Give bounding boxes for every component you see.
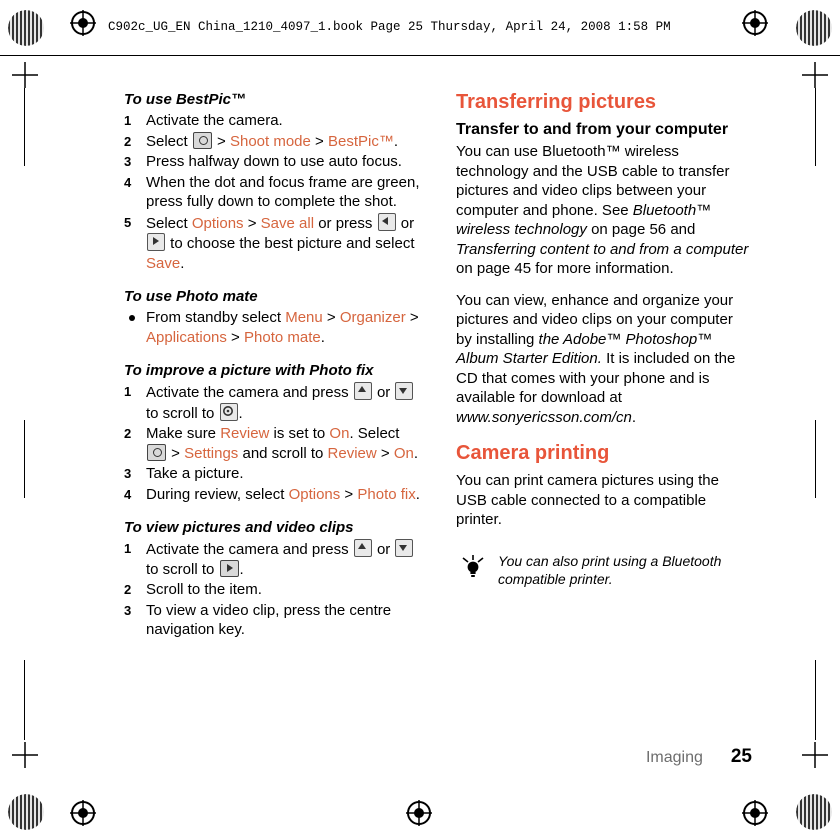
heading-view-pictures: To view pictures and video clips — [124, 519, 354, 536]
step-number: 4 — [124, 486, 132, 502]
step-item: 1 Activate the camera. — [124, 111, 424, 131]
step-text: To view a video clip, press the centre n… — [146, 601, 392, 639]
inline-menu-reference: Options — [191, 214, 244, 232]
inline-menu-reference: Applications — [146, 328, 227, 346]
subheading-transfer-to-from-computer: Transfer to and from your computer — [456, 121, 729, 138]
footer-page-number: 25 — [730, 746, 752, 767]
step-number: 4 — [124, 174, 132, 190]
section-title-transferring-pictures: Transferring pictures — [456, 91, 657, 113]
step-item: 4 During review, select Options > Photo f… — [124, 485, 424, 505]
list-item-text: From standby select Menu > Organizer > A… — [146, 309, 419, 346]
step-number: 2 — [124, 426, 132, 441]
step-text: Select > Shoot mode > BestPic™. — [146, 131, 398, 150]
nav-left-icon — [377, 212, 396, 231]
step-number: 3 — [124, 602, 132, 618]
nav-down-icon — [395, 382, 414, 400]
camera-icon — [147, 443, 166, 461]
step-text: Make sure Review is set to On. Select > … — [146, 425, 419, 462]
heading-photofix: To improve a picture with Photo fix — [124, 362, 374, 379]
step-number: 2 — [124, 582, 132, 597]
inline-menu-reference: Settings — [184, 444, 239, 462]
tip-box: You can also print using a Bluetooth com… — [456, 552, 752, 588]
step-text: When the dot and focus frame are green, … — [146, 173, 420, 211]
play-icon — [219, 559, 239, 577]
steps-bestpic: 1 Activate the camera. 2 Select > Shoot mod… — [124, 111, 424, 273]
inline-menu-reference: Options — [288, 485, 341, 503]
step-text: Activate the camera and press or to scro… — [146, 539, 414, 578]
nav-up-icon — [353, 382, 372, 400]
step-item: 4 When the dot and focus frame are green,… — [124, 173, 424, 212]
step-number: 3 — [124, 466, 132, 481]
print-header-bar: C902c_UG_EN China_1210_4097_1.book Page … — [0, 0, 840, 56]
nav-down-icon — [395, 539, 414, 557]
left-column: To use BestPic™ 1 Activate the camera. 2 Se… — [124, 90, 424, 654]
bullets-photomate: From standby select Menu > Organizer > A… — [124, 308, 424, 347]
step-text: Press halfway down to use auto focus. — [146, 153, 402, 170]
paragraph-transfer-info: You can use Bluetooth™ wireless technolo… — [456, 143, 749, 277]
step-item: 3 Press halfway down to use auto focus. — [124, 152, 424, 172]
step-text: Activate the camera and press or to scro… — [146, 382, 414, 422]
step-item: 3 To view a video clip, press the centre … — [124, 601, 424, 640]
tip-text: You can also print using a Bluetooth com… — [498, 552, 722, 587]
inline-menu-reference: Photo fix — [357, 485, 416, 503]
step-number: 3 — [124, 154, 132, 169]
inline-emphasis: www.sonyericsson.com/cn — [456, 408, 632, 426]
inline-emphasis: the Adobe™ Photoshop™ Album Starter Edit… — [456, 330, 713, 368]
step-item: 2 Select > Shoot mode > BestPic™. — [124, 131, 424, 152]
camera-icon — [192, 131, 212, 149]
lightbulb-icon — [460, 554, 486, 580]
inline-menu-reference: Organizer — [339, 309, 406, 326]
print-header-filename: C902c_UG_EN China_1210_4097_1.book Page … — [108, 20, 671, 34]
paragraph-photoshop-album: You can view, enhance and organize your … — [456, 291, 736, 426]
inline-emphasis: Transferring content to and from a compu… — [456, 240, 749, 258]
step-number: 1 — [124, 384, 132, 399]
steps-view-pictures: 1 Activate the camera and press or to scr… — [124, 539, 424, 640]
heading-photomate: To use Photo mate — [124, 288, 258, 305]
step-number: 1 — [124, 541, 132, 556]
step-text: During review, select Options > Photo fi… — [146, 485, 420, 503]
page-footer: Imaging 25 — [456, 746, 752, 768]
inline-menu-reference: BestPic™ — [327, 132, 394, 150]
inline-menu-reference: Review — [327, 444, 377, 462]
step-item: 2 Make sure Review is set to On. Select >… — [124, 424, 424, 463]
list-item: From standby select Menu > Organizer > A… — [124, 308, 424, 347]
step-text: Scroll to the item. — [146, 581, 262, 598]
heading-bestpic: To use BestPic™ — [124, 91, 246, 108]
inline-menu-reference: Review — [220, 425, 270, 442]
inline-menu-reference: Menu — [285, 309, 323, 326]
right-column: Transferring pictures Transfer to and fr… — [456, 90, 752, 588]
inline-menu-reference: Save all — [260, 214, 315, 232]
footer-chapter-name: Imaging — [645, 749, 703, 766]
inline-menu-reference: On — [393, 444, 414, 462]
section-title-camera-printing: Camera printing — [456, 442, 610, 464]
inline-menu-reference: Shoot mode — [229, 132, 311, 150]
steps-photofix: 1 Activate the camera and press or to scr… — [124, 382, 424, 504]
inline-emphasis: Bluetooth™ wireless technology — [456, 201, 712, 239]
step-item: 1 Activate the camera and press or to scr… — [124, 382, 424, 423]
paragraph-camera-printing: You can print camera pictures using the … — [456, 472, 719, 528]
inline-menu-reference: Save — [146, 254, 181, 272]
step-text: Select Options > Save all or press or to… — [146, 212, 415, 272]
step-text: Activate the camera. — [146, 112, 283, 129]
step-text: Take a picture. — [146, 465, 244, 482]
inline-menu-reference: On — [329, 425, 350, 442]
nav-up-icon — [353, 539, 372, 557]
nav-right-icon — [147, 233, 165, 251]
inline-menu-reference: Photo mate — [244, 328, 321, 346]
bullet-dot-icon — [129, 315, 135, 321]
page-content: To use BestPic™ 1 Activate the camera. 2 Se… — [0, 56, 840, 840]
step-item: 1 Activate the camera and press or to scr… — [124, 539, 424, 579]
step-item: 5 Select Options > Save all or press or t… — [124, 212, 424, 274]
step-item: 2 Scroll to the item. — [124, 580, 424, 600]
step-number: 1 — [124, 113, 132, 128]
step-number: 2 — [124, 133, 132, 149]
settings-icon — [219, 402, 238, 421]
step-number: 5 — [124, 214, 132, 230]
step-item: 3 Take a picture. — [124, 464, 424, 484]
